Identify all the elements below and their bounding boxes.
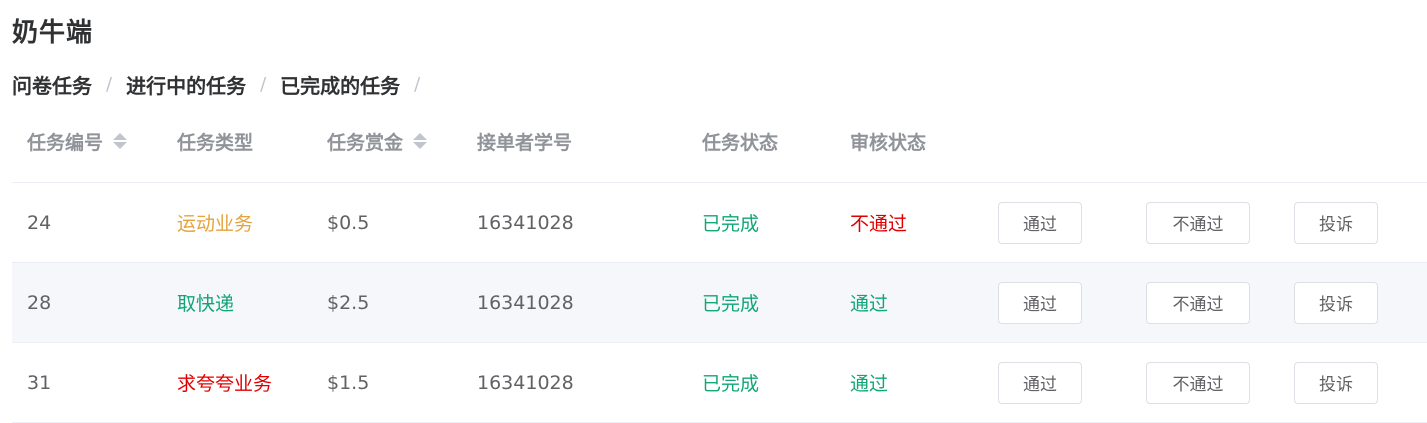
cell-bounty: $2.5 bbox=[327, 291, 370, 314]
cell-action: 投诉 bbox=[1279, 281, 1427, 324]
header-task-status: 任务状态 bbox=[687, 128, 835, 155]
table-header: 任务编号 任务类型 任务赏金 接单者学号 任务状态 审核状态 bbox=[12, 100, 1427, 183]
breadcrumb-item-in-progress-tasks[interactable]: 进行中的任务 bbox=[126, 70, 246, 99]
cell-action: 不通过 bbox=[1131, 281, 1279, 324]
cell-review-status: 通过 bbox=[850, 293, 889, 315]
breadcrumb-item-completed-tasks[interactable]: 已完成的任务 bbox=[280, 70, 400, 99]
cell-task-status: 已完成 bbox=[702, 293, 760, 315]
header-student-id: 接单者学号 bbox=[462, 128, 687, 155]
cell-task-id: 24 bbox=[27, 211, 52, 234]
header-review-status: 审核状态 bbox=[835, 128, 983, 155]
cell-task-id: 31 bbox=[27, 371, 52, 394]
cell-review-status: 通过 bbox=[850, 373, 889, 395]
pass-button[interactable]: 通过 bbox=[998, 361, 1082, 404]
sort-caret-icon[interactable] bbox=[113, 133, 128, 149]
cell-bounty: $0.5 bbox=[327, 211, 370, 234]
complain-button[interactable]: 投诉 bbox=[1294, 361, 1378, 404]
header-label: 审核状态 bbox=[850, 131, 927, 154]
cell-task-type: 求夸夸业务 bbox=[177, 373, 273, 395]
sort-caret-icon[interactable] bbox=[413, 133, 428, 149]
header-label: 任务编号 bbox=[27, 131, 104, 154]
breadcrumb: 问卷任务 / 进行中的任务 / 已完成的任务 / bbox=[12, 70, 434, 99]
cell-bounty: $1.5 bbox=[327, 371, 370, 394]
breadcrumb-separator: / bbox=[414, 74, 421, 95]
cell-task-id: 28 bbox=[27, 291, 52, 314]
header-label: 任务赏金 bbox=[327, 131, 404, 154]
reject-button[interactable]: 不通过 bbox=[1146, 201, 1250, 244]
task-table: 任务编号 任务类型 任务赏金 接单者学号 任务状态 审核状态 24 运动业务 $… bbox=[12, 100, 1427, 423]
reject-button[interactable]: 不通过 bbox=[1146, 281, 1250, 324]
cell-action: 不通过 bbox=[1131, 201, 1279, 244]
cell-action: 通过 bbox=[983, 281, 1131, 324]
cell-action: 投诉 bbox=[1279, 361, 1427, 404]
cell-student-id: 16341028 bbox=[477, 371, 574, 394]
cell-action: 通过 bbox=[983, 361, 1131, 404]
cell-action: 不通过 bbox=[1131, 361, 1279, 404]
table-row: 24 运动业务 $0.5 16341028 已完成 不通过 通过 不通过 投诉 bbox=[12, 183, 1427, 263]
cell-action: 投诉 bbox=[1279, 201, 1427, 244]
table-row: 31 求夸夸业务 $1.5 16341028 已完成 通过 通过 不通过 投诉 bbox=[12, 343, 1427, 423]
cell-student-id: 16341028 bbox=[477, 211, 574, 234]
breadcrumb-separator: / bbox=[106, 74, 113, 95]
pass-button[interactable]: 通过 bbox=[998, 281, 1082, 324]
complain-button[interactable]: 投诉 bbox=[1294, 281, 1378, 324]
cell-task-status: 已完成 bbox=[702, 373, 760, 395]
header-label: 任务状态 bbox=[702, 131, 779, 154]
cell-task-type: 取快递 bbox=[177, 293, 235, 315]
reject-button[interactable]: 不通过 bbox=[1146, 361, 1250, 404]
header-task-bounty[interactable]: 任务赏金 bbox=[312, 128, 462, 155]
cell-student-id: 16341028 bbox=[477, 291, 574, 314]
table-row: 28 取快递 $2.5 16341028 已完成 通过 通过 不通过 投诉 bbox=[12, 263, 1427, 343]
cell-review-status: 不通过 bbox=[850, 213, 908, 235]
breadcrumb-separator: / bbox=[260, 74, 267, 95]
complain-button[interactable]: 投诉 bbox=[1294, 201, 1378, 244]
header-task-type: 任务类型 bbox=[162, 128, 312, 155]
page-title: 奶牛端 bbox=[12, 18, 94, 48]
cell-task-type: 运动业务 bbox=[177, 213, 254, 235]
header-label: 接单者学号 bbox=[477, 131, 573, 154]
cell-action: 通过 bbox=[983, 201, 1131, 244]
breadcrumb-item-survey-tasks[interactable]: 问卷任务 bbox=[12, 70, 92, 99]
header-label: 任务类型 bbox=[177, 131, 254, 154]
pass-button[interactable]: 通过 bbox=[998, 201, 1082, 244]
header-task-id[interactable]: 任务编号 bbox=[12, 128, 162, 155]
cell-task-status: 已完成 bbox=[702, 213, 760, 235]
